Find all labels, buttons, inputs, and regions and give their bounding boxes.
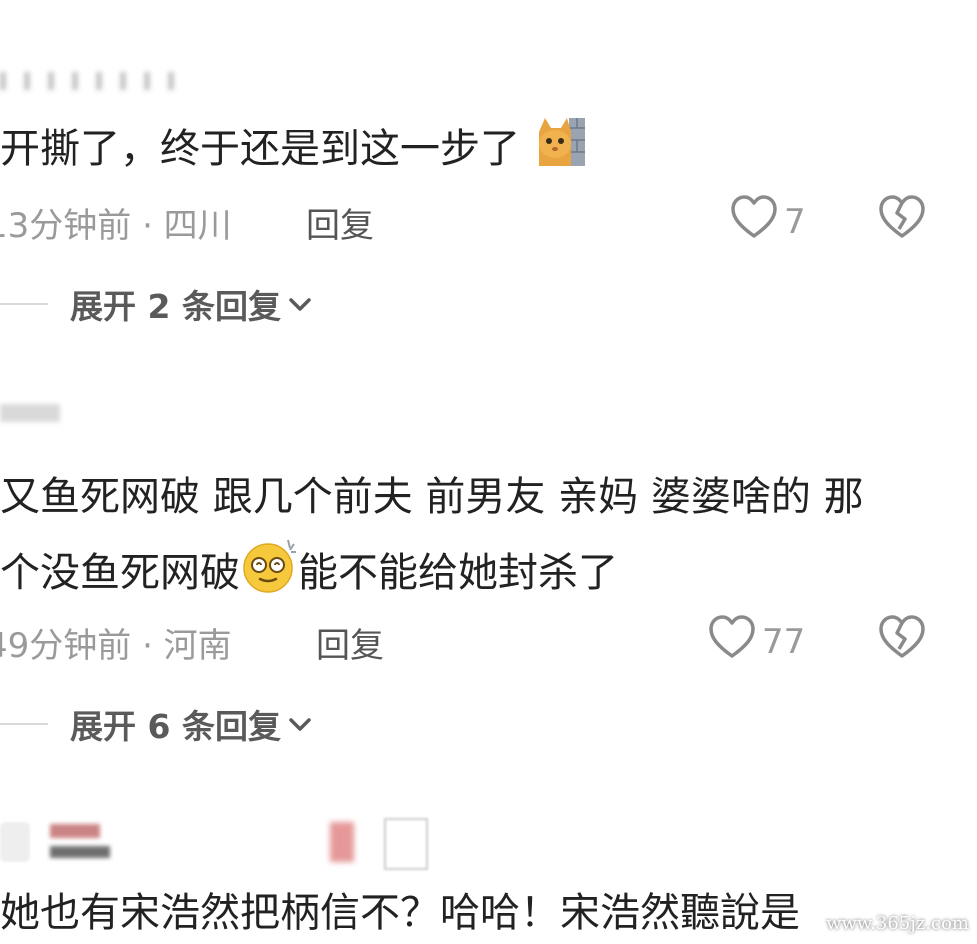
like-button[interactable]: 7: [730, 194, 806, 249]
comment-time-location: 13分钟前 · 四川: [0, 206, 232, 246]
like-count: 7: [784, 201, 806, 242]
username-blurred: [0, 72, 190, 90]
chevron-down-icon: [289, 298, 311, 311]
reply-button[interactable]: 回复: [306, 198, 374, 247]
divider-line: [0, 723, 48, 725]
expand-replies-button[interactable]: 展开 2 条回复: [0, 280, 313, 328]
comment-text-line1: 又鱼死网破 跟几个前夫 前男友 亲妈 婆婆啥的 那: [0, 474, 864, 520]
heart-icon: [730, 194, 778, 249]
comment-time-location: 49分钟前 · 河南: [0, 626, 232, 666]
username-blurred: [0, 818, 440, 872]
comment-text-line2: 个没鱼死网破 能不能给她封杀了: [0, 538, 618, 612]
dizzy-face-icon: [240, 538, 298, 612]
like-button[interactable]: 77: [708, 614, 805, 669]
broken-heart-icon: [879, 195, 925, 238]
broken-heart-icon: [879, 615, 925, 658]
chevron-down-icon: [289, 718, 311, 731]
heart-icon: [708, 614, 756, 669]
expand-replies-button[interactable]: 展开 6 条回复: [0, 700, 313, 748]
comment-text: 她也有宋浩然把柄信不？哈哈！宋浩然聽說是: [0, 890, 800, 936]
expand-label: 展开 2 条回复: [70, 287, 281, 326]
divider-line: [0, 303, 48, 305]
dislike-button[interactable]: [878, 614, 926, 664]
username-blurred: [0, 404, 60, 422]
cat-peeking-icon: [533, 114, 589, 188]
comment-text: 开撕了，终于还是到这一步了: [0, 114, 589, 188]
watermark: www.365jz.com: [826, 913, 969, 934]
like-count: 77: [762, 621, 806, 662]
reply-button[interactable]: 回复: [316, 618, 384, 667]
dislike-button[interactable]: [878, 194, 926, 244]
expand-label: 展开 6 条回复: [70, 707, 281, 746]
